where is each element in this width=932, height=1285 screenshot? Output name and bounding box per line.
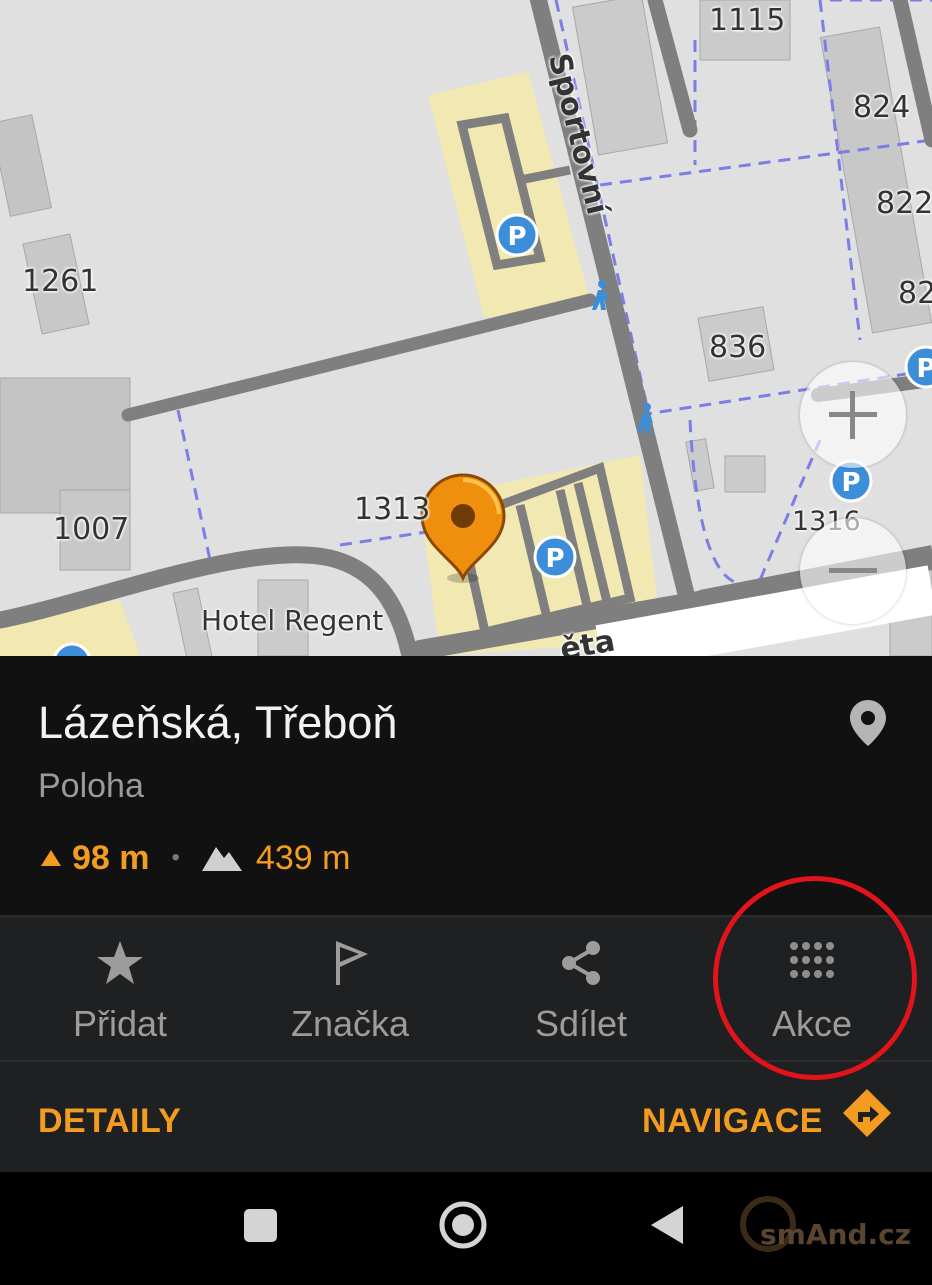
flag-icon xyxy=(336,941,368,985)
map-poi-label: Hotel Regent xyxy=(201,604,384,637)
parking-icon: P xyxy=(533,535,577,579)
highlight-circle xyxy=(713,876,917,1080)
map-view[interactable]: P P P P Sportovní 1115 824 822 82 1261 8… xyxy=(0,0,932,656)
add-favorite-button[interactable]: Přidat xyxy=(20,917,220,1060)
marker-label: Značka xyxy=(290,1003,410,1044)
share-icon xyxy=(562,941,600,985)
map-house-number: 1115 xyxy=(709,3,786,38)
share-label: Sdílet xyxy=(534,1003,628,1044)
navigate-button[interactable]: NAVIGACE xyxy=(642,1102,823,1141)
distance-value: 98 m xyxy=(72,838,150,877)
add-favorite-label: Přidat xyxy=(72,1003,168,1044)
place-stats: 98 m • 439 m xyxy=(40,836,350,880)
share-button[interactable]: Sdílet xyxy=(481,917,681,1060)
mountain-icon xyxy=(201,847,242,871)
map-pin-icon[interactable] xyxy=(850,700,886,746)
place-type: Poloha xyxy=(38,767,144,805)
svg-text:P: P xyxy=(545,544,564,574)
altitude-value: 439 m xyxy=(255,838,351,877)
details-button[interactable]: DETAILY xyxy=(38,1102,181,1141)
map-house-number: 822 xyxy=(876,186,932,221)
pedestrian-icon xyxy=(592,280,608,310)
navigate-icon[interactable] xyxy=(842,1088,892,1138)
home-icon[interactable] xyxy=(439,1201,487,1249)
map-house-number: 1313 xyxy=(354,492,431,527)
map-canvas: P P P P xyxy=(0,0,932,656)
map-house-number: 1261 xyxy=(22,264,99,299)
parking-icon: P xyxy=(904,345,932,389)
zoom-in-button[interactable] xyxy=(800,362,906,468)
map-house-number: 1007 xyxy=(53,512,130,547)
direction-arrow-icon xyxy=(41,850,61,866)
marker-button[interactable]: Značka xyxy=(250,917,450,1060)
watermark: smAnd.cz xyxy=(760,1218,912,1251)
back-icon[interactable] xyxy=(651,1206,683,1244)
recents-icon[interactable] xyxy=(244,1209,277,1242)
zoom-out-button[interactable] xyxy=(800,518,906,624)
place-title: Lázeňská, Třeboň xyxy=(38,697,398,748)
map-house-number: 82 xyxy=(898,276,932,311)
separator-dot: • xyxy=(171,844,180,871)
svg-text:P: P xyxy=(507,222,526,252)
plus-icon-vertical xyxy=(850,391,855,439)
minus-icon xyxy=(829,568,877,573)
parking-icon: P xyxy=(495,213,539,257)
star-icon xyxy=(97,941,143,984)
svg-text:P: P xyxy=(916,354,932,384)
map-house-number: 824 xyxy=(853,90,911,125)
svg-text:P: P xyxy=(841,468,860,498)
map-house-number: 836 xyxy=(709,330,767,365)
